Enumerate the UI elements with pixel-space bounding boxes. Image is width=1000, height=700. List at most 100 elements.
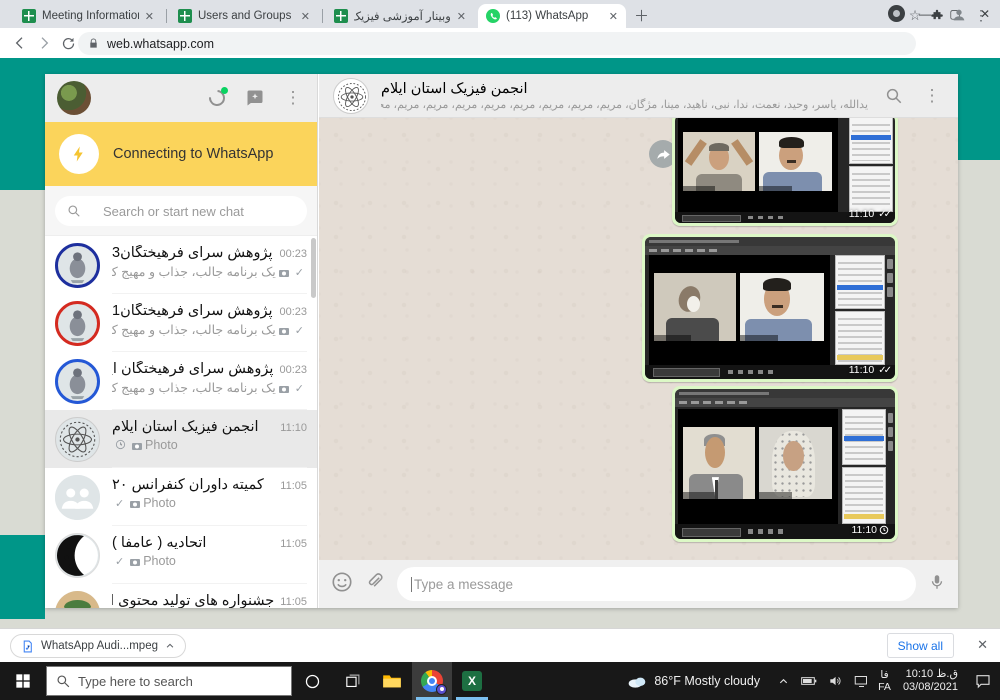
language-indicator[interactable]: فا FA [874, 669, 895, 693]
tab-webinar[interactable]: وبینار آموزشی فیزیک ✕ [326, 4, 474, 28]
image-message[interactable]: 11:10✓✓ [672, 118, 898, 226]
chat-list-item[interactable]: انجمن فیزیک استان ایلام 11:10 Photo [45, 410, 317, 468]
search-input[interactable]: Search or start new chat [55, 196, 307, 226]
back-button[interactable] [8, 31, 32, 55]
tab-close-icon[interactable]: ✕ [457, 10, 466, 23]
shelf-close-icon[interactable]: ✕ [977, 637, 988, 653]
download-filename: WhatsApp Audi...mpeg [41, 640, 158, 652]
chat-time: 00:23 [279, 248, 307, 260]
conversation-header[interactable]: انجمن فیزیک استان ایلام یدالله، یاسر، وح… [319, 74, 958, 118]
chat-name: پژوهش سرای فرهیختگان ایلا [112, 361, 273, 377]
tab-whatsapp[interactable]: (113) WhatsApp ✕ [478, 4, 626, 28]
connecting-banner[interactable]: Connecting to WhatsApp [45, 122, 317, 186]
connection-icon [59, 134, 99, 174]
download-item[interactable]: WhatsApp Audi...mpeg [10, 634, 186, 658]
chat-avatar [55, 533, 100, 578]
download-shelf: WhatsApp Audi...mpeg Show all ✕ [0, 628, 1000, 662]
tab-meeting-information[interactable]: Meeting Information ✕ [14, 4, 162, 28]
tray-chevron-icon[interactable] [770, 662, 796, 700]
chat-list-item[interactable]: پژوهش سرای فرهیختگان1 00:23 ✓یک برنامه ج… [45, 294, 317, 352]
status-icon[interactable] [205, 86, 229, 110]
conference-screenshot [675, 389, 895, 539]
my-profile-avatar[interactable] [57, 81, 91, 115]
browser-user-icon[interactable] [948, 3, 970, 27]
url-text: web.whatsapp.com [107, 37, 214, 51]
mic-icon[interactable] [928, 573, 946, 596]
tab-separator [166, 9, 167, 23]
sidebar-menu-icon[interactable]: ⋮ [281, 86, 305, 110]
taskbar-clock[interactable]: 10:10 ق.ظ 03/08/2021 [895, 668, 966, 694]
image-message[interactable]: 11:10 [672, 386, 898, 542]
conversation-menu-icon[interactable]: ⋮ [920, 84, 944, 108]
chat-list-item[interactable]: اتحادیه ( عامفا ) 11:05 ✓Photo [45, 526, 317, 584]
chat-list-item[interactable]: جشنواره های تولید محتوی ا 11:05 ✓Photo [45, 584, 317, 608]
taskbar-search-input[interactable]: Type here to search [46, 666, 292, 696]
tab-users-groups[interactable]: Users and Groups ✕ [170, 4, 318, 28]
action-center-icon[interactable] [966, 662, 1000, 700]
connecting-text: Connecting to WhatsApp [113, 146, 273, 162]
chat-list: پژوهش سرای فرهیختگان3 00:23 ✓یک برنامه ج… [45, 236, 317, 608]
conversation-search-icon[interactable] [882, 84, 906, 108]
tab-close-icon[interactable]: ✕ [145, 10, 154, 23]
tab-close-icon[interactable]: ✕ [609, 10, 618, 23]
excel-taskbar-icon[interactable]: X [452, 662, 492, 700]
meeting-app-icon [22, 9, 36, 23]
chat-time: 11:05 [280, 596, 307, 608]
tab-close-icon[interactable]: ✕ [301, 10, 310, 23]
chat-preview: ✓Photo [112, 496, 307, 510]
chat-list-item[interactable]: پژوهش سرای فرهیختگان3 00:23 ✓یک برنامه ج… [45, 236, 317, 294]
chat-name: اتحادیه ( عامفا ) [112, 535, 274, 551]
image-message[interactable]: 11:10✓✓ [642, 234, 898, 382]
meeting-app-icon [334, 9, 348, 23]
forward-button[interactable] [32, 31, 56, 55]
participants-list: یدالله، یاسر، وحید، نعمت، ندا، نبی، ناهی… [381, 98, 868, 111]
browser-profile-icon[interactable] [888, 5, 905, 22]
desktop-screen: Meeting Information ✕ Users and Groups ✕… [0, 0, 1000, 700]
chat-list-scrollbar[interactable] [311, 238, 316, 298]
chat-time: 11:05 [280, 538, 307, 550]
emoji-icon[interactable] [331, 571, 353, 598]
weather-widget[interactable]: 86°F Mostly cloudy [617, 674, 770, 688]
file-explorer-icon[interactable] [372, 662, 412, 700]
attach-icon[interactable] [365, 572, 385, 597]
extension-icon[interactable] [926, 3, 948, 27]
new-tab-button[interactable]: ＋ [634, 5, 649, 26]
chat-preview: ✓Photo [112, 554, 307, 568]
chat-list-item[interactable]: پژوهش سرای فرهیختگان ایلا 00:23 ✓یک برنا… [45, 352, 317, 410]
page-accent [0, 160, 45, 190]
chevron-up-icon[interactable] [165, 641, 175, 651]
sidebar: ⋮ Connecting to WhatsApp Search or start… [45, 74, 318, 608]
chat-list-item[interactable]: کمیته داوران کنفرانس ۲۰ 11:05 ✓Photo [45, 468, 317, 526]
cortana-icon[interactable] [292, 662, 332, 700]
chat-time: 11:10 [280, 422, 307, 434]
address-bar[interactable]: web.whatsapp.com [78, 32, 916, 55]
chat-avatar [55, 243, 100, 288]
sidebar-header: ⋮ [45, 74, 317, 122]
network-icon[interactable] [848, 662, 874, 700]
browser-menu-icon[interactable]: ⋮ [970, 3, 992, 27]
message-time: 11:10 [852, 524, 890, 536]
message-input-bar: Type a message [319, 560, 958, 608]
tab-title: (113) WhatsApp [506, 10, 603, 22]
browser-tab-strip: Meeting Information ✕ Users and Groups ✕… [0, 0, 1000, 28]
taskbar-search-placeholder: Type here to search [78, 674, 193, 689]
windows-taskbar: Type here to search X 86°F Mostly cloudy [0, 662, 1000, 700]
message-input[interactable]: Type a message [397, 567, 916, 601]
chat-name: انجمن فیزیک استان ایلام [112, 419, 274, 435]
group-avatar-atom[interactable] [333, 78, 369, 114]
reload-button[interactable] [56, 31, 80, 55]
weather-text: 86°F Mostly cloudy [654, 674, 760, 688]
new-chat-icon[interactable] [243, 86, 267, 110]
speaker-icon[interactable] [822, 662, 848, 700]
start-button[interactable] [0, 662, 46, 700]
tab-separator [322, 9, 323, 23]
task-view-icon[interactable] [332, 662, 372, 700]
battery-icon[interactable] [796, 662, 822, 700]
message-area[interactable]: 11:10✓✓ [319, 118, 958, 560]
search-area: Search or start new chat [45, 186, 317, 236]
bookmark-star-icon[interactable]: ☆ [904, 3, 926, 27]
show-all-downloads-button[interactable]: Show all [887, 633, 954, 658]
message-time: 11:10✓✓ [849, 364, 889, 376]
audio-file-icon [21, 640, 34, 653]
chrome-taskbar-icon[interactable] [412, 662, 452, 700]
